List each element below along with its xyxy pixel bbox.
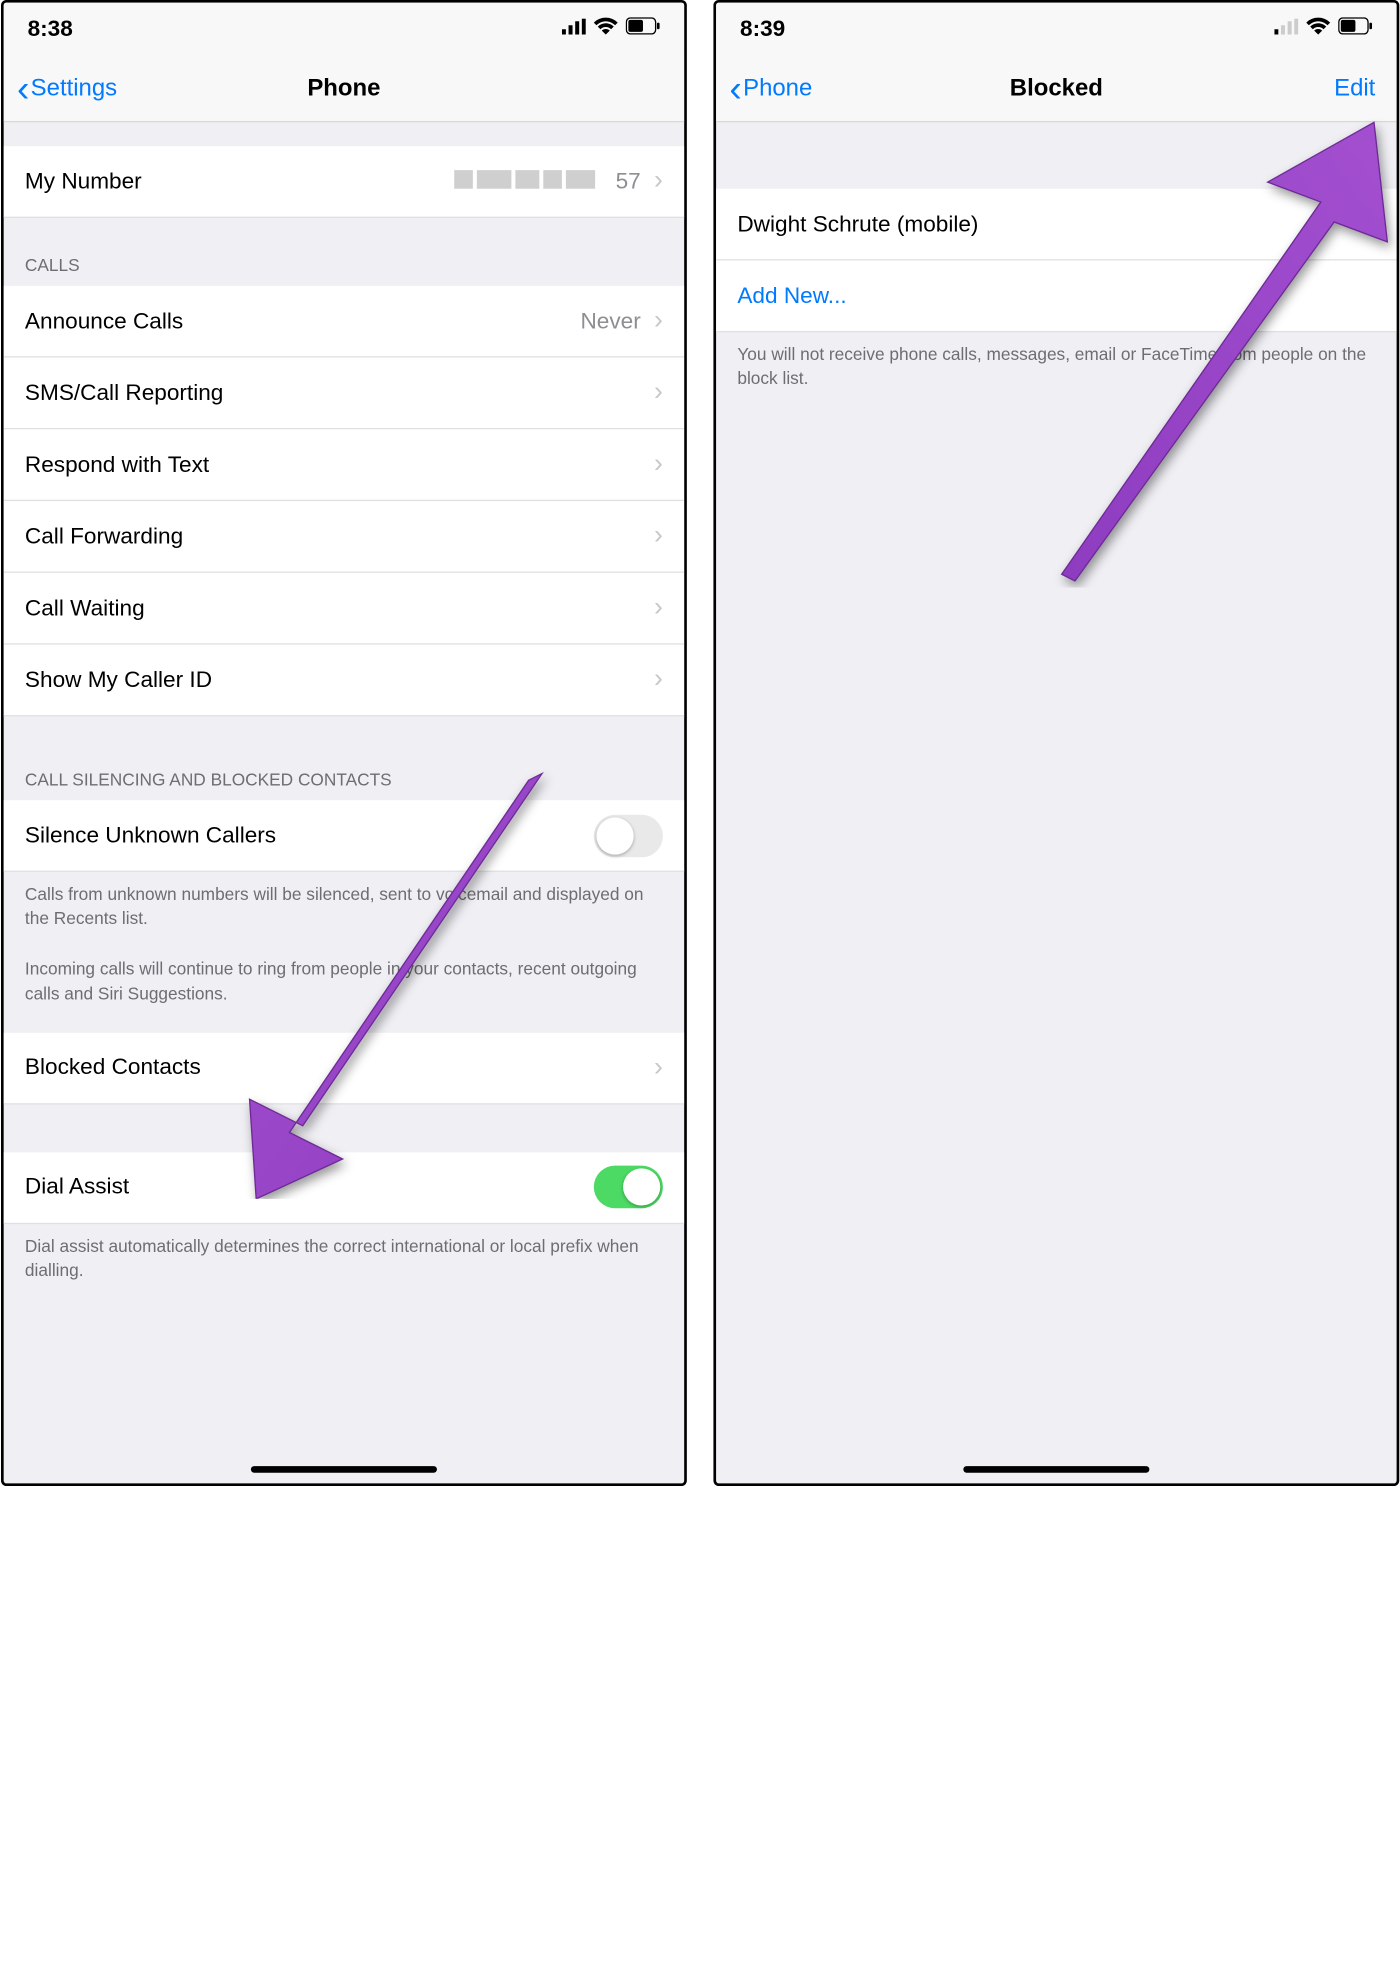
toggle-silence-unknown[interactable] (594, 814, 663, 857)
section-header-calls: CALLS (4, 218, 685, 286)
footer-blocked: You will not receive phone calls, messag… (716, 332, 1397, 402)
chevron-right-icon: › (654, 1052, 663, 1083)
row-blocked-contacts[interactable]: Blocked Contacts › (4, 1032, 685, 1104)
row-dial-assist[interactable]: Dial Assist (4, 1152, 685, 1224)
home-indicator[interactable] (251, 1466, 437, 1473)
my-number-value: 57 › (455, 166, 663, 197)
status-icons (1274, 17, 1372, 41)
chevron-right-icon: › (654, 377, 663, 408)
my-number-label: My Number (25, 168, 142, 195)
back-label: Settings (31, 74, 117, 102)
back-button[interactable]: ‹ Phone (729, 70, 812, 107)
nav-title: Blocked (716, 74, 1397, 102)
row-announce-calls[interactable]: Announce Calls Never› (4, 286, 685, 358)
phone-blocked-screen: 8:39 ‹ Phone Blocked Edit Dwight Schrute… (713, 0, 1399, 1486)
blocked-contact-row[interactable]: Dwight Schrute (mobile) › (716, 189, 1397, 261)
row-add-new[interactable]: Add New... (716, 261, 1397, 333)
wifi-icon (1306, 17, 1330, 41)
status-time: 8:39 (740, 16, 785, 43)
section-header-silencing: CALL SILENCING AND BLOCKED CONTACTS (4, 716, 685, 800)
row-call-waiting[interactable]: Call Waiting › (4, 573, 685, 645)
blocked-contact-label: Dwight Schrute (mobile) (737, 211, 978, 238)
toggle-dial-assist[interactable] (594, 1166, 663, 1209)
row-my-number[interactable]: My Number 57 › (4, 146, 685, 218)
footer-silence-1: Calls from unknown numbers will be silen… (4, 872, 685, 942)
chevron-right-icon: › (654, 665, 663, 696)
nav-bar: ‹ Settings Phone (4, 56, 685, 122)
back-button[interactable]: ‹ Settings (17, 70, 117, 107)
status-bar: 8:39 (716, 3, 1397, 56)
row-show-caller-id[interactable]: Show My Caller ID › (4, 645, 685, 717)
cellular-icon (562, 17, 586, 41)
footer-silence-2: Incoming calls will continue to ring fro… (4, 942, 685, 1017)
chevron-right-icon: › (1366, 209, 1375, 240)
row-respond-with-text[interactable]: Respond with Text › (4, 429, 685, 501)
row-silence-unknown[interactable]: Silence Unknown Callers (4, 800, 685, 872)
chevron-left-icon: ‹ (729, 70, 741, 107)
cellular-icon (1274, 17, 1298, 41)
row-call-forwarding[interactable]: Call Forwarding › (4, 501, 685, 573)
back-label: Phone (743, 74, 812, 102)
chevron-right-icon: › (654, 166, 663, 197)
battery-icon (626, 17, 661, 41)
redacted-number (455, 168, 600, 195)
status-bar: 8:38 (4, 3, 685, 56)
edit-button[interactable]: Edit (1334, 74, 1383, 102)
status-icons (562, 17, 660, 41)
chevron-right-icon: › (654, 449, 663, 480)
battery-icon (1338, 17, 1373, 41)
chevron-right-icon: › (654, 521, 663, 552)
add-new-label: Add New... (737, 282, 846, 309)
nav-bar: ‹ Phone Blocked Edit (716, 56, 1397, 122)
home-indicator[interactable] (963, 1466, 1149, 1473)
status-time: 8:38 (27, 16, 72, 43)
footer-dial-assist: Dial assist automatically determines the… (4, 1224, 685, 1294)
chevron-right-icon: › (654, 593, 663, 624)
phone-settings-screen: 8:38 ‹ Settings Phone My Number 57 › CA (1, 0, 687, 1486)
wifi-icon (594, 17, 618, 41)
chevron-right-icon: › (654, 306, 663, 337)
row-sms-call-reporting[interactable]: SMS/Call Reporting › (4, 358, 685, 430)
chevron-left-icon: ‹ (17, 70, 29, 107)
